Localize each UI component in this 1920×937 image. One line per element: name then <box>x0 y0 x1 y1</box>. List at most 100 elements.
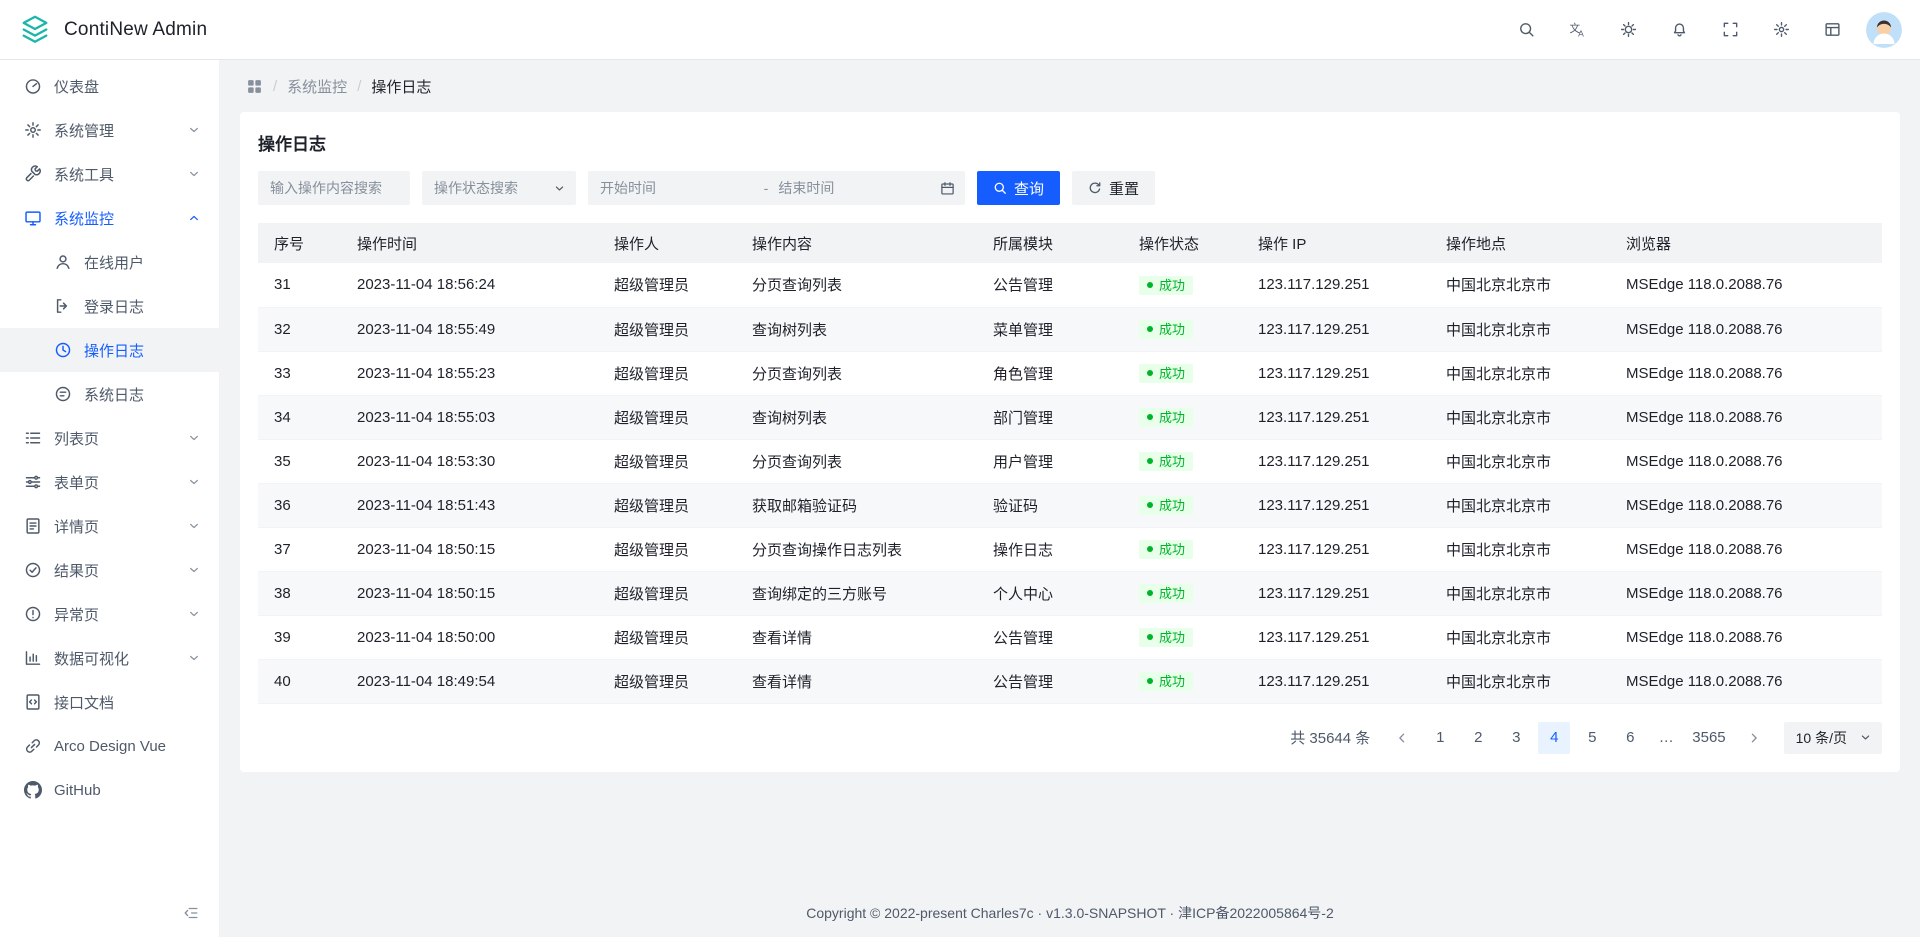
page-size-value: 10 条/页 <box>1796 728 1847 748</box>
cell-module: 公告管理 <box>977 659 1123 703</box>
cell-location: 中国北京北京市 <box>1430 615 1610 659</box>
sidebar-item-data-visualization[interactable]: 数据可视化 <box>0 636 219 680</box>
page-button-current[interactable]: 4 <box>1538 722 1570 754</box>
content-search-field <box>258 171 410 205</box>
page-button[interactable]: 3565 <box>1686 722 1731 754</box>
cell-browser: MSEdge 118.0.2088.76 <box>1610 527 1882 571</box>
sidebar-item-form-page[interactable]: 表单页 <box>0 460 219 504</box>
apps-grid-icon[interactable] <box>246 78 263 95</box>
search-button[interactable] <box>1509 13 1543 47</box>
prev-page-button[interactable] <box>1386 722 1418 754</box>
page-button[interactable]: 6 <box>1614 722 1646 754</box>
sidebar-item-label: 操作日志 <box>84 340 144 361</box>
logo-area[interactable]: ContiNew Admin <box>18 13 207 47</box>
cell-index: 37 <box>258 527 341 571</box>
settings-button[interactable] <box>1764 13 1798 47</box>
status-text: 成功 <box>1159 499 1185 512</box>
content-search-input[interactable] <box>258 171 410 205</box>
sidebar-item-arco-design-vue[interactable]: Arco Design Vue <box>0 724 219 768</box>
page-button[interactable]: 2 <box>1462 722 1494 754</box>
column-header: 操作地点 <box>1430 223 1610 263</box>
cell-module: 菜单管理 <box>977 307 1123 351</box>
sidebar-item-operation-log[interactable]: 操作日志 <box>0 328 219 372</box>
table-row: 34 2023-11-04 18:55:03 超级管理员 查询树列表 部门管理 … <box>258 395 1882 439</box>
chevron-down-icon <box>187 167 201 181</box>
page-ellipsis[interactable]: … <box>1652 722 1680 754</box>
cell-content: 查看详情 <box>736 615 977 659</box>
next-page-button[interactable] <box>1738 722 1770 754</box>
chevron-down-icon <box>187 475 201 489</box>
cell-status: 成功 <box>1123 615 1242 659</box>
layout-button[interactable] <box>1815 13 1849 47</box>
filter-bar: 操作状态搜索 开始时间 - 结束时间 <box>258 171 1882 205</box>
sidebar-item-label: 异常页 <box>54 604 99 625</box>
status-select[interactable]: 操作状态搜索 <box>422 171 576 205</box>
sidebar-item-system-management[interactable]: 系统管理 <box>0 108 219 152</box>
page-size-select[interactable]: 10 条/页 <box>1784 722 1882 754</box>
sidebar-item-online-users[interactable]: 在线用户 <box>0 240 219 284</box>
sidebar-item-detail-page[interactable]: 详情页 <box>0 504 219 548</box>
cell-content: 查看详情 <box>736 659 977 703</box>
monitor-icon <box>24 209 42 227</box>
fullscreen-button[interactable] <box>1713 13 1747 47</box>
chevron-down-icon <box>187 431 201 445</box>
breadcrumb-item-system-monitor[interactable]: 系统监控 <box>287 76 347 97</box>
table-row: 31 2023-11-04 18:56:24 超级管理员 分页查询列表 公告管理… <box>258 263 1882 307</box>
sidebar-item-label: 表单页 <box>54 472 99 493</box>
sidebar-item-system-tools[interactable]: 系统工具 <box>0 152 219 196</box>
svg-text:A: A <box>1578 29 1584 38</box>
info-circle-icon <box>24 605 42 623</box>
cell-time: 2023-11-04 18:50:00 <box>341 615 598 659</box>
cell-status: 成功 <box>1123 659 1242 703</box>
sidebar-item-dashboard[interactable]: 仪表盘 <box>0 64 219 108</box>
page-button[interactable]: 5 <box>1576 722 1608 754</box>
cell-operator: 超级管理员 <box>598 351 736 395</box>
calendar-icon <box>940 181 955 196</box>
sidebar-item-system-log[interactable]: 系统日志 <box>0 372 219 416</box>
status-badge: 成功 <box>1139 452 1193 471</box>
sidebar-item-result-page[interactable]: 结果页 <box>0 548 219 592</box>
page-button[interactable]: 3 <box>1500 722 1532 754</box>
sidebar-item-api-doc[interactable]: 接口文档 <box>0 680 219 724</box>
cell-browser: MSEdge 118.0.2088.76 <box>1610 439 1882 483</box>
page-button[interactable]: 1 <box>1424 722 1456 754</box>
cell-browser: MSEdge 118.0.2088.76 <box>1610 395 1882 439</box>
theme-toggle-button[interactable] <box>1611 13 1645 47</box>
status-text: 成功 <box>1159 675 1185 688</box>
cell-content: 查询树列表 <box>736 307 977 351</box>
bell-icon <box>1671 21 1688 38</box>
status-text: 成功 <box>1159 411 1185 424</box>
sidebar-item-github[interactable]: GitHub <box>0 768 219 812</box>
reset-button[interactable]: 重置 <box>1072 171 1155 205</box>
status-badge: 成功 <box>1139 496 1193 515</box>
cell-index: 32 <box>258 307 341 351</box>
cell-browser: MSEdge 118.0.2088.76 <box>1610 263 1882 307</box>
date-range-picker[interactable]: 开始时间 - 结束时间 <box>588 171 965 205</box>
table-row: 38 2023-11-04 18:50:15 超级管理员 查询绑定的三方账号 个… <box>258 571 1882 615</box>
cell-operator: 超级管理员 <box>598 571 736 615</box>
cell-module: 公告管理 <box>977 263 1123 307</box>
gear-icon <box>24 121 42 139</box>
cell-ip: 123.117.129.251 <box>1242 571 1430 615</box>
status-badge: 成功 <box>1139 628 1193 647</box>
cell-content: 获取邮箱验证码 <box>736 483 977 527</box>
operation-log-card: 操作日志 操作状态搜索 开始时间 - 结束时间 <box>240 112 1900 772</box>
cell-status: 成功 <box>1123 571 1242 615</box>
chevron-down-icon <box>187 651 201 665</box>
cell-ip: 123.117.129.251 <box>1242 527 1430 571</box>
cell-operator: 超级管理员 <box>598 527 736 571</box>
status-dot-icon <box>1147 458 1153 464</box>
sidebar-item-login-log[interactable]: 登录日志 <box>0 284 219 328</box>
list-icon <box>24 429 42 447</box>
avatar[interactable] <box>1866 12 1902 48</box>
language-button[interactable]: 文 A <box>1560 13 1594 47</box>
notifications-button[interactable] <box>1662 13 1696 47</box>
sidebar-item-exception-page[interactable]: 异常页 <box>0 592 219 636</box>
sidebar-item-system-monitor[interactable]: 系统监控 <box>0 196 219 240</box>
cell-time: 2023-11-04 18:55:23 <box>341 351 598 395</box>
sidebar-collapse-button[interactable] <box>179 901 203 925</box>
cell-module: 角色管理 <box>977 351 1123 395</box>
query-button[interactable]: 查询 <box>977 171 1060 205</box>
cell-operator: 超级管理员 <box>598 395 736 439</box>
sidebar-item-list-page[interactable]: 列表页 <box>0 416 219 460</box>
